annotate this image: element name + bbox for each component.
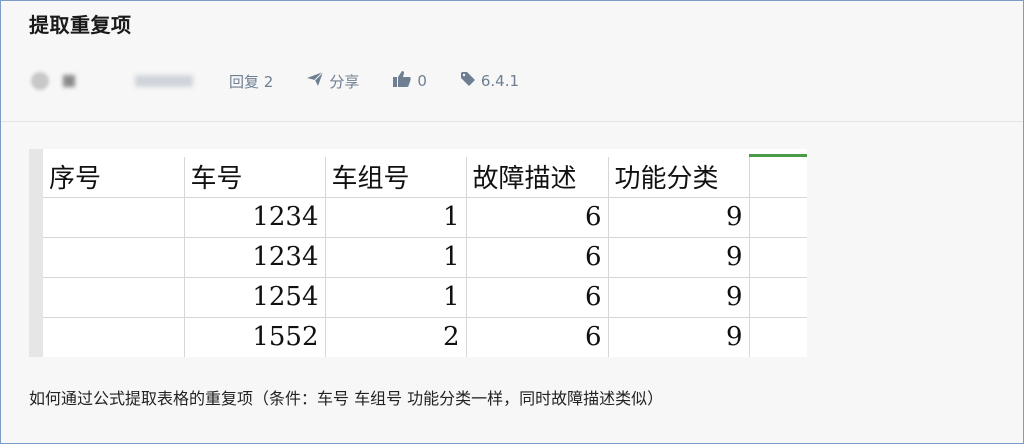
table-cell: 9 — [608, 317, 750, 357]
share-label: 分享 — [329, 72, 360, 91]
table-row: 1552 2 6 9 — [43, 317, 807, 357]
table-cell — [43, 277, 185, 318]
divider — [1, 121, 1023, 122]
table-cell — [43, 237, 185, 278]
table-cell — [43, 197, 185, 238]
table-empty-cell — [749, 317, 807, 357]
table-cell — [43, 317, 185, 357]
spreadsheet-image: 序号 车号 车组号 故障描述 功能分类 1234 1 6 9 1234 1 6 — [29, 149, 807, 357]
tag-icon — [460, 72, 475, 90]
thumbs-up-icon — [393, 71, 411, 91]
table-cell: 1 — [325, 277, 467, 318]
table-cell: 1234 — [184, 197, 326, 238]
avatar[interactable] — [31, 72, 49, 90]
table-cell: 9 — [608, 277, 750, 318]
table-cell: 9 — [608, 237, 750, 278]
table-cell: 2 — [325, 317, 467, 357]
table-empty-cell — [749, 237, 807, 278]
table-cell: 6 — [466, 197, 609, 238]
table-cell: 6 — [466, 237, 609, 278]
table-cell: 1234 — [184, 237, 326, 278]
author-name-blurred[interactable] — [63, 75, 75, 87]
paper-plane-icon — [307, 71, 324, 90]
reply-count[interactable]: 回复 2 — [229, 71, 273, 92]
table-header-row: 序号 车号 车组号 故障描述 功能分类 — [43, 157, 807, 198]
table-cell: 6 — [466, 317, 609, 357]
table-header-cell: 功能分类 — [608, 157, 750, 198]
table-header-cell: 故障描述 — [466, 157, 609, 198]
share-button[interactable]: 分享 — [307, 71, 359, 92]
view-count-blurred — [135, 75, 193, 87]
reply-count-label: 回复 2 — [229, 72, 274, 91]
table-row: 1254 1 6 9 — [43, 277, 807, 318]
post-title: 提取重复项 — [29, 13, 132, 37]
post-body-text: 如何通过公式提取表格的重复项（条件：车号 车组号 功能分类一样，同时故障描述类似… — [29, 389, 664, 408]
row-header-strip — [29, 149, 43, 357]
version-tag-label: 6.4.1 — [480, 72, 520, 90]
post-meta-bar: 回复 2 分享 0 6.4.1 — [31, 67, 553, 95]
version-tag[interactable]: 6.4.1 — [460, 72, 520, 90]
table-empty-cell — [749, 157, 807, 198]
table-empty-cell — [749, 197, 807, 238]
table-cell: 9 — [608, 197, 750, 238]
table-row: 1234 1 6 9 — [43, 237, 807, 278]
table-cell: 1 — [325, 197, 467, 238]
post-frame: 提取重复项 回复 2 分享 0 6.4.1 序号 车号 车组号 故障描述 功能分… — [0, 0, 1024, 444]
table-cell: 1 — [325, 237, 467, 278]
data-table: 序号 车号 车组号 故障描述 功能分类 1234 1 6 9 1234 1 6 — [43, 157, 807, 357]
table-header-cell: 车号 — [184, 157, 326, 198]
table-cell: 1254 — [184, 277, 326, 318]
like-count: 0 — [417, 72, 427, 90]
table-row: 1234 1 6 9 — [43, 197, 807, 238]
table-header-cell: 车组号 — [325, 157, 467, 198]
table-header-cell: 序号 — [43, 157, 185, 198]
table-empty-cell — [749, 277, 807, 318]
table-cell: 6 — [466, 277, 609, 318]
like-button[interactable]: 0 — [393, 71, 427, 91]
table-cell: 1552 — [184, 317, 326, 357]
